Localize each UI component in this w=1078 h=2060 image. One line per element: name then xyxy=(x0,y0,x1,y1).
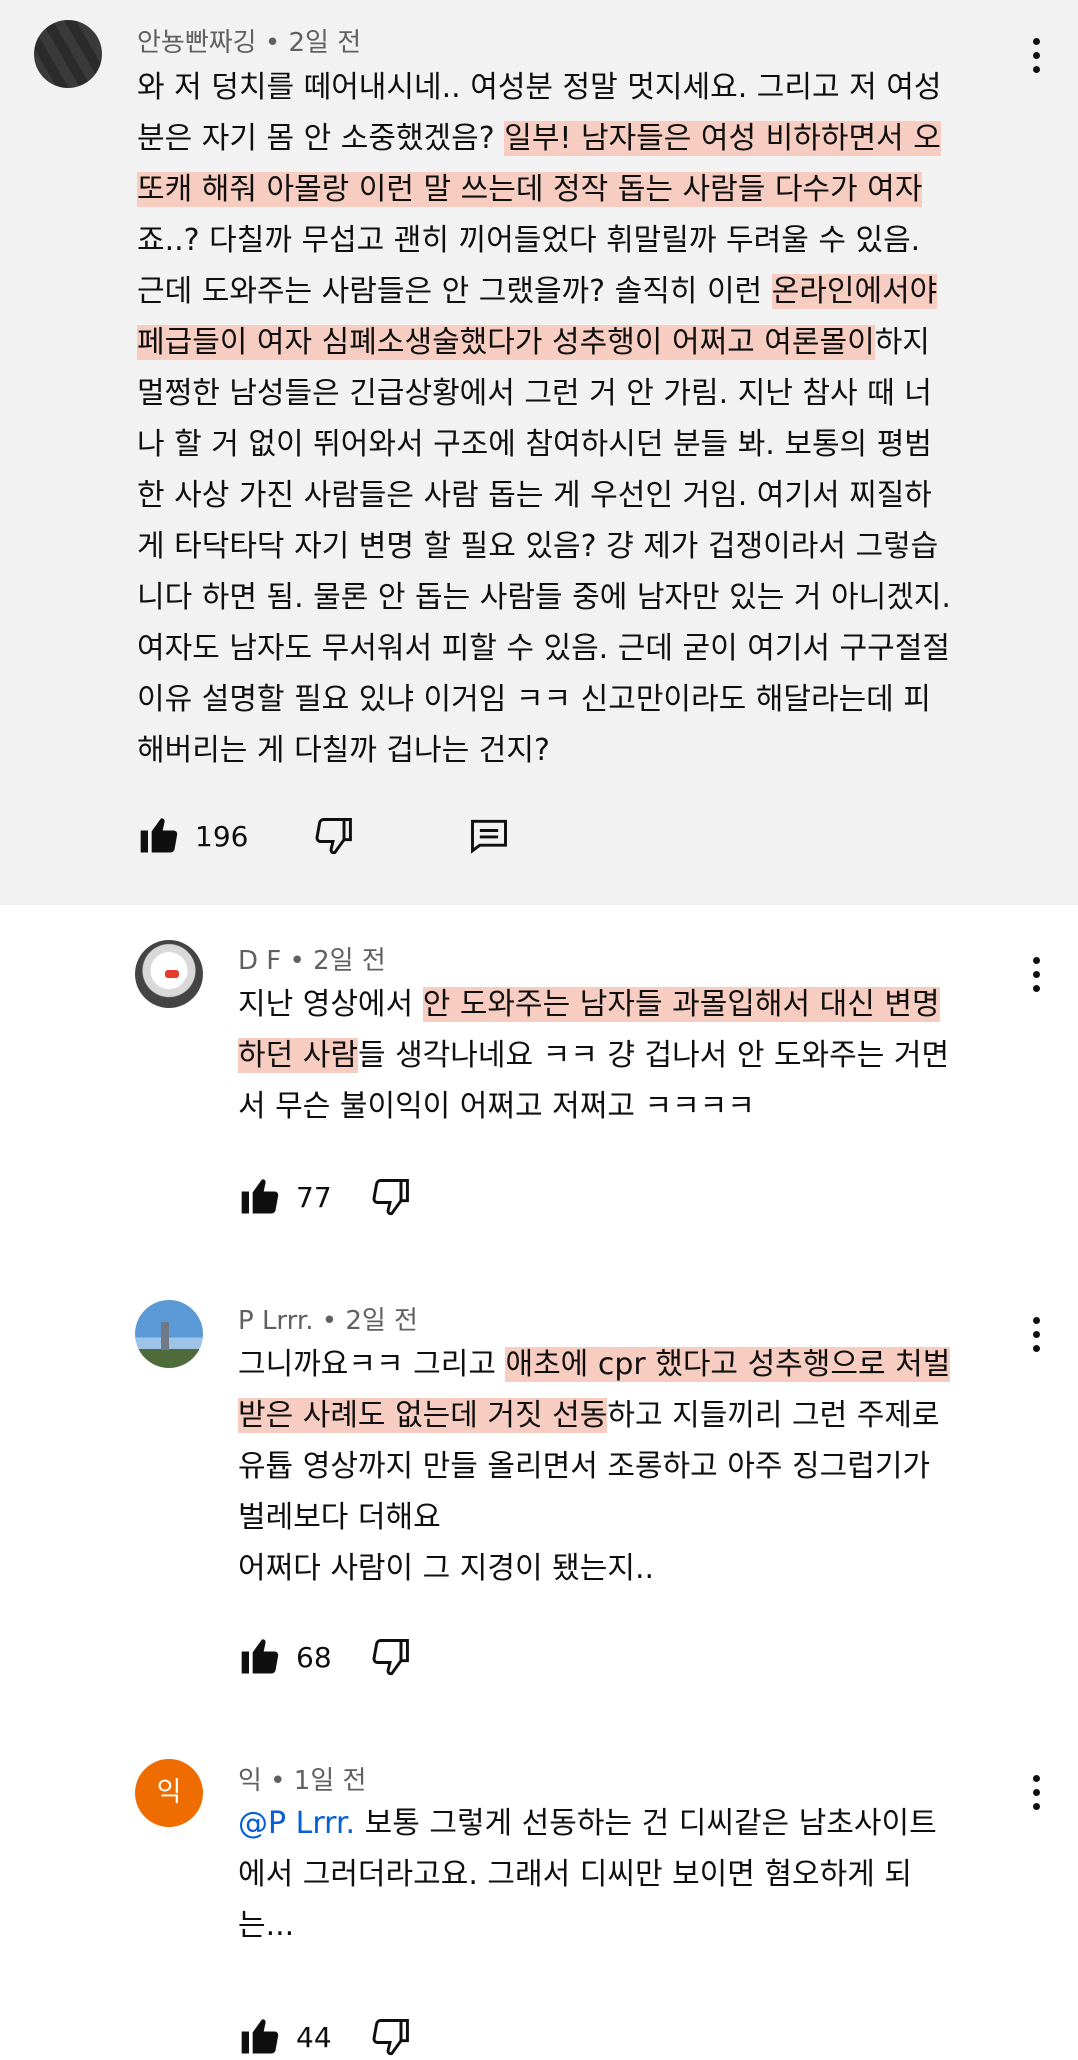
comment-text: 죠..? 다칠까 무섭고 괜히 끼어들었다 휘말릴까 두려울 수 있음. xyxy=(137,223,921,258)
comment-line: 유튭 영상까지 만들 올리면서 조롱하고 아주 징그럽기가 xyxy=(238,1441,950,1492)
comment-thread-top: 안뇽빤짜깅 • 2일 전 와 저 덩치를 떼어내시네.. 여성분 정말 멋지세요… xyxy=(0,0,1078,905)
comment-line: 여자도 남자도 무서워서 피할 수 있음. 근데 굳이 여기서 구구절절 xyxy=(137,623,951,674)
comment-actions: 44 xyxy=(238,2015,412,2059)
comment-text: 나 할 거 없이 뛰어와서 구조에 참여하시던 분들 봐. 보통의 평범 xyxy=(137,427,932,462)
like-count: 196 xyxy=(195,819,249,853)
comment-line: 죠..? 다칠까 무섭고 괜히 끼어들었다 휘말릴까 두려울 수 있음. xyxy=(137,215,951,266)
comment-body: 와 저 덩치를 떼어내시네.. 여성분 정말 멋지세요. 그리고 저 여성분은 … xyxy=(137,62,951,776)
comment-meta[interactable]: P Lrrr. • 2일 전 xyxy=(238,1300,418,1337)
comment-text: 하지 xyxy=(874,325,930,360)
like-count: 77 xyxy=(296,1180,332,1214)
comment-text: 지난 영상에서 xyxy=(238,987,423,1022)
thumbs-up-icon[interactable] xyxy=(238,2015,282,2059)
comment-line: 분은 자기 몸 안 소중했겠음? 일부! 남자들은 여성 비하하면서 오 xyxy=(137,113,951,164)
comment-line: 에서 그러더라고요. 그래서 디씨만 보이면 혐오하게 되 xyxy=(238,1849,937,1900)
thumbs-up-icon[interactable] xyxy=(238,1635,282,1679)
thumbs-up-icon[interactable] xyxy=(137,814,181,858)
more-vertical-icon[interactable] xyxy=(1030,957,1042,997)
comment-text: 여자도 남자도 무서워서 피할 수 있음. 근데 굳이 여기서 구구절절 xyxy=(137,631,950,666)
comment-actions: 196 xyxy=(137,814,511,858)
comment-line: 이유 설명할 필요 있냐 이거임 ㅋㅋ 신고만이라도 해달라는데 피 xyxy=(137,674,951,725)
comment-text: 멀쩡한 남성들은 긴급상황에서 그런 거 안 가림. 지난 참사 때 너 xyxy=(137,376,932,411)
comment-text: 게 타닥타닥 자기 변명 할 필요 있음? 걍 제가 겁쟁이라서 그렇습 xyxy=(137,529,939,564)
comment-meta[interactable]: 안뇽빤짜깅 • 2일 전 xyxy=(137,22,361,59)
comment-line: 는... xyxy=(238,1900,937,1951)
highlighted-text: 온라인에서야 xyxy=(771,274,938,309)
reply-comment: D F • 2일 전 지난 영상에서 안 도와주는 남자들 과몰입해서 대신 변… xyxy=(0,905,1078,1285)
thumbs-down-icon[interactable] xyxy=(368,2015,412,2059)
comment-text: 에서 그러더라고요. 그래서 디씨만 보이면 혐오하게 되 xyxy=(238,1857,912,1892)
comment-line: 페급들이 여자 심폐소생술했다가 성추행이 어쩌고 여론몰이하지 xyxy=(137,317,951,368)
comment-line: 나 할 거 없이 뛰어와서 구조에 참여하시던 분들 봐. 보통의 평범 xyxy=(137,419,951,470)
comment-text: 그니까요ㅋㅋ 그리고 xyxy=(238,1347,506,1382)
comment-line: 벌레보다 더해요 xyxy=(238,1492,950,1543)
comment-line: 니다 하면 됨. 물론 안 돕는 사람들 중에 남자만 있는 거 아니겠지. xyxy=(137,572,951,623)
comment-actions: 68 xyxy=(238,1635,412,1679)
comment-line: 근데 도와주는 사람들은 안 그랬을까? 솔직히 이런 온라인에서야 xyxy=(137,266,951,317)
comment-text: 들 생각나네요 ㅋㅋ 걍 겁나서 안 도와주는 거면 xyxy=(357,1038,950,1073)
comment-line: 서 무슨 불이익이 어쩌고 저쩌고 ㅋㅋㅋㅋ xyxy=(238,1081,949,1132)
comment-line: 지난 영상에서 안 도와주는 남자들 과몰입해서 대신 변명 xyxy=(238,979,949,1030)
comment-text: 벌레보다 더해요 xyxy=(238,1500,441,1535)
comment-body: 그니까요ㅋㅋ 그리고 애초에 cpr 했다고 성추행으로 처벌 받은 사례도 없는… xyxy=(238,1339,951,1594)
comment-text: 보통 그렇게 선동하는 건 디씨같은 남초사이트 xyxy=(355,1806,937,1841)
highlighted-text: 하던 사람 xyxy=(238,1038,358,1073)
comment-line: 또캐 해줘 아몰랑 이런 말 쓰는데 정작 돕는 사람들 다수가 여자 xyxy=(137,164,951,215)
mention-link[interactable]: @P Lrrr. xyxy=(238,1806,355,1841)
comment-text: 와 저 덩치를 떼어내시네.. 여성분 정말 멋지세요. 그리고 저 여성 xyxy=(137,70,942,105)
comment-line: @P Lrrr. 보통 그렇게 선동하는 건 디씨같은 남초사이트 xyxy=(238,1798,937,1849)
comment-line: 멀쩡한 남성들은 긴급상황에서 그런 거 안 가림. 지난 참사 때 너 xyxy=(137,368,951,419)
thumbs-down-icon[interactable] xyxy=(368,1635,412,1679)
comment-line: 해버리는 게 다칠까 겁나는 건지? xyxy=(137,725,951,776)
comment-text: 이유 설명할 필요 있냐 이거임 ㅋㅋ 신고만이라도 해달라는데 피 xyxy=(137,682,931,717)
comment-text: 하고 지들끼리 그런 주제로 xyxy=(607,1398,940,1433)
reply-comment: 익 익 • 1일 전 @P Lrrr. 보통 그렇게 선동하는 건 디씨같은 남… xyxy=(0,1745,1078,2060)
thumbs-up-icon[interactable] xyxy=(238,1175,282,1219)
comment-line: 그니까요ㅋㅋ 그리고 애초에 cpr 했다고 성추행으로 처벌 xyxy=(238,1339,951,1390)
comment-text: 분은 자기 몸 안 소중했겠음? xyxy=(137,121,505,156)
thumbs-down-icon[interactable] xyxy=(311,814,355,858)
comment-text: 서 무슨 불이익이 어쩌고 저쩌고 ㅋㅋㅋㅋ xyxy=(238,1089,755,1124)
comment-line: 어쩌다 사람이 그 지경이 됐는지.. xyxy=(238,1543,950,1594)
avatar[interactable]: 익 xyxy=(135,1759,203,1827)
comment-text: 해버리는 게 다칠까 겁나는 건지? xyxy=(137,733,550,768)
comment-meta[interactable]: 익 • 1일 전 xyxy=(238,1760,366,1797)
comment-text: 니다 하면 됨. 물론 안 돕는 사람들 중에 남자만 있는 거 아니겠지. xyxy=(137,580,951,615)
comment-text: 한 사상 가진 사람들은 사람 돕는 게 우선인 거임. 여기서 찌질하 xyxy=(137,478,932,513)
thumbs-down-icon[interactable] xyxy=(368,1175,412,1219)
comment-meta[interactable]: D F • 2일 전 xyxy=(238,940,386,977)
like-count: 44 xyxy=(296,2020,332,2054)
comment-text: 유튭 영상까지 만들 올리면서 조롱하고 아주 징그럽기가 xyxy=(238,1449,931,1484)
comment-line: 한 사상 가진 사람들은 사람 돕는 게 우선인 거임. 여기서 찌질하 xyxy=(137,470,951,521)
like-count: 68 xyxy=(296,1640,332,1674)
comment-line: 하던 사람들 생각나네요 ㅋㅋ 걍 겁나서 안 도와주는 거면 xyxy=(238,1030,949,1081)
highlighted-text: 받은 사례도 없는데 거짓 선동 xyxy=(238,1398,608,1433)
more-vertical-icon[interactable] xyxy=(1030,1317,1042,1357)
comment-text: 어쩌다 사람이 그 지경이 됐는지.. xyxy=(238,1551,655,1586)
highlighted-text: 애초에 cpr 했다고 성추행으로 처벌 xyxy=(505,1347,951,1382)
more-vertical-icon[interactable] xyxy=(1030,1775,1042,1815)
comment-line: 와 저 덩치를 떼어내시네.. 여성분 정말 멋지세요. 그리고 저 여성 xyxy=(137,62,951,113)
comment-body: 지난 영상에서 안 도와주는 남자들 과몰입해서 대신 변명 하던 사람들 생각나… xyxy=(238,979,949,1132)
highlighted-text: 일부! 남자들은 여성 비하하면서 오 xyxy=(504,121,941,156)
comment-line: 받은 사례도 없는데 거짓 선동하고 지들끼리 그런 주제로 xyxy=(238,1390,950,1441)
avatar[interactable] xyxy=(135,940,203,1008)
avatar[interactable] xyxy=(34,20,102,88)
comment-actions: 77 xyxy=(238,1175,412,1219)
avatar[interactable] xyxy=(135,1300,203,1368)
highlighted-text: 페급들이 여자 심폐소생술했다가 성추행이 어쩌고 여론몰이 xyxy=(137,325,875,360)
more-vertical-icon[interactable] xyxy=(1030,38,1042,78)
comment-body: @P Lrrr. 보통 그렇게 선동하는 건 디씨같은 남초사이트에서 그러더라… xyxy=(238,1798,937,1951)
highlighted-text: 안 도와주는 남자들 과몰입해서 대신 변명 xyxy=(422,987,940,1022)
reply-comment: P Lrrr. • 2일 전 그니까요ㅋㅋ 그리고 애초에 cpr 했다고 성추… xyxy=(0,1285,1078,1745)
highlighted-text: 또캐 해줘 아몰랑 이런 말 쓰는데 정작 돕는 사람들 다수가 여자 xyxy=(137,172,923,207)
comment-text: 는... xyxy=(238,1908,295,1943)
comment-text: 근데 도와주는 사람들은 안 그랬을까? 솔직히 이런 xyxy=(137,274,772,309)
reply-comment-icon[interactable] xyxy=(467,814,511,858)
comment-line: 게 타닥타닥 자기 변명 할 필요 있음? 걍 제가 겁쟁이라서 그렇습 xyxy=(137,521,951,572)
